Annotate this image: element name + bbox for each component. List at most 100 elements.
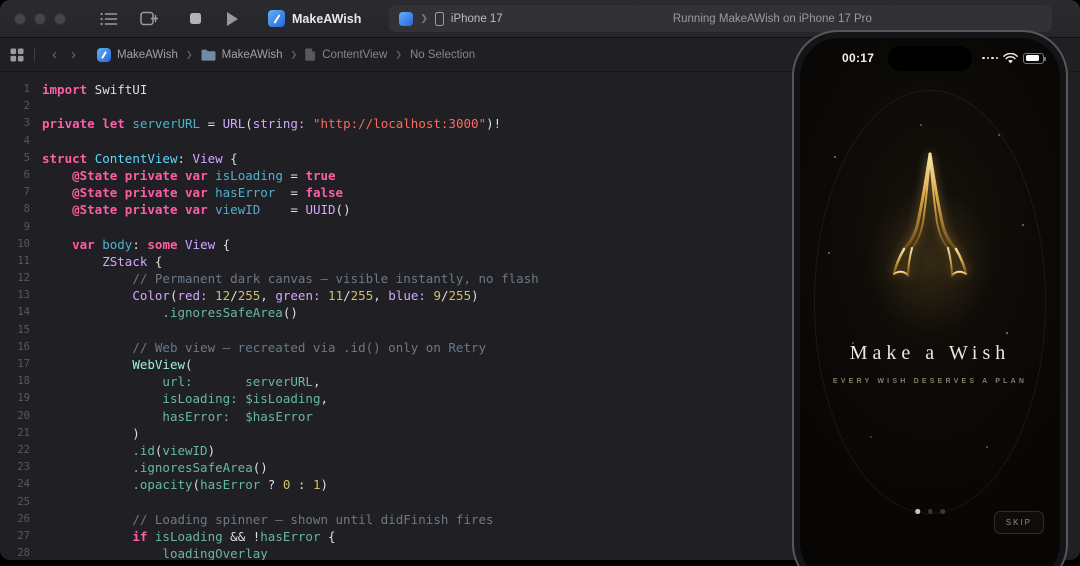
line-number[interactable]: 17	[0, 356, 42, 373]
line-number[interactable]: 21	[0, 425, 42, 442]
divider	[34, 47, 35, 62]
iphone-simulator-window[interactable]: Make a Wish EVERY WISH DESERVES A PLAN S…	[792, 30, 1068, 566]
zoom-window-button[interactable]	[54, 12, 66, 25]
code-text: hasError: $hasError	[162, 408, 313, 424]
line-number[interactable]: 1	[0, 81, 42, 98]
navigator-list-icon[interactable]	[100, 12, 118, 26]
close-window-button[interactable]	[14, 12, 26, 25]
code-text: // Web view — recreated via .id() only o…	[132, 339, 487, 355]
breadcrumb-project[interactable]: MakeAWish	[117, 49, 178, 61]
related-items-icon[interactable]	[10, 48, 24, 62]
page-dot	[940, 509, 945, 514]
line-number[interactable]: 18	[0, 373, 42, 390]
breadcrumb-file[interactable]: ContentView	[322, 49, 387, 61]
line-number[interactable]: 14	[0, 304, 42, 321]
chevron-right-icon: ❯	[290, 50, 298, 59]
skip-button[interactable]: SKIP	[993, 511, 1044, 534]
code-text: .ignoresSafeArea()	[162, 305, 298, 321]
stop-button[interactable]	[190, 13, 201, 24]
line-number[interactable]: 6	[0, 167, 42, 184]
code-text: // Loading spinner — shown until didFini…	[132, 511, 494, 527]
code-text: @State private var viewID = UUID()	[72, 202, 351, 218]
code-text: ZStack {	[102, 253, 163, 269]
line-number[interactable]: 26	[0, 511, 42, 528]
active-project: MakeAWish	[268, 10, 361, 27]
status-bar: 00:17	[800, 51, 1060, 65]
battery-icon	[1023, 52, 1046, 64]
line-number[interactable]: 25	[0, 494, 42, 511]
code-text: private let serverURL = URL(string: "htt…	[42, 116, 502, 132]
line-number[interactable]: 28	[0, 545, 42, 560]
line-number[interactable]: 5	[0, 150, 42, 167]
window-controls	[14, 12, 66, 25]
minimize-window-button[interactable]	[34, 12, 46, 25]
app-subtitle: EVERY WISH DESERVES A PLAN	[832, 378, 1028, 385]
breadcrumb-selection[interactable]: No Selection	[410, 49, 475, 61]
line-number[interactable]: 3	[0, 115, 42, 132]
page-dot-active	[915, 509, 920, 514]
forward-button[interactable]: ›	[64, 47, 83, 62]
code-text: isLoading: $isLoading,	[162, 391, 329, 407]
code-text: )	[42, 425, 140, 441]
line-number[interactable]: 10	[0, 236, 42, 253]
compose-new-icon[interactable]	[140, 11, 158, 26]
praying-hands-artwork	[892, 152, 968, 277]
line-number[interactable]: 16	[0, 339, 42, 356]
swift-file-icon	[305, 48, 316, 61]
line-number[interactable]: 7	[0, 184, 42, 201]
wifi-icon	[1003, 52, 1018, 63]
code-text: .ignoresSafeArea()	[132, 460, 268, 476]
code-text: .opacity(hasError ? 0 : 1)	[132, 477, 329, 493]
code-text: var body: some View {	[72, 236, 231, 252]
app-icon	[268, 10, 285, 27]
line-number[interactable]: 4	[0, 133, 42, 150]
desktop-background: MakeAWish ❯ iPhone 17 Running MakeAWish …	[0, 0, 1080, 566]
code-text: @State private var hasError = false	[72, 185, 344, 201]
code-text: import SwiftUI	[42, 82, 148, 97]
line-number[interactable]: 27	[0, 528, 42, 545]
code-text: WebView(	[132, 357, 193, 372]
code-text: // Permanent dark canvas — visible insta…	[132, 271, 539, 287]
code-text: loadingOverlay	[162, 546, 268, 560]
line-number[interactable]: 9	[0, 219, 42, 236]
play-icon	[227, 11, 238, 26]
iphone-device-icon	[434, 11, 444, 26]
code-text: if isLoading && !hasError {	[132, 528, 336, 544]
star-decoration	[1022, 224, 1024, 226]
destination-device[interactable]: iPhone 17	[451, 13, 503, 25]
line-number[interactable]: 19	[0, 390, 42, 407]
breadcrumb-group[interactable]: MakeAWish	[222, 49, 283, 61]
line-number[interactable]: 11	[0, 253, 42, 270]
page-indicator[interactable]	[915, 509, 945, 514]
cellular-signal-icon	[982, 56, 998, 60]
star-decoration	[828, 252, 830, 254]
project-icon	[97, 47, 111, 62]
scheme-status-pill[interactable]: ❯ iPhone 17 Running MakeAWish on iPhone …	[389, 5, 1052, 32]
line-number[interactable]: 23	[0, 459, 42, 476]
line-number[interactable]: 20	[0, 408, 42, 425]
line-number[interactable]: 22	[0, 442, 42, 459]
project-name: MakeAWish	[292, 11, 362, 26]
code-text: .id(viewID)	[132, 442, 216, 458]
star-decoration	[986, 446, 988, 448]
code-text: url: serverURL,	[162, 374, 321, 390]
chevron-right-icon: ❯	[185, 50, 193, 59]
star-decoration	[834, 156, 836, 158]
star-decoration	[920, 124, 922, 126]
line-number[interactable]: 15	[0, 322, 42, 339]
page-dot	[927, 509, 933, 514]
line-number[interactable]: 2	[0, 98, 42, 115]
line-number[interactable]: 12	[0, 270, 42, 287]
run-button[interactable]	[227, 11, 238, 26]
chevron-right-icon: ❯	[395, 50, 402, 59]
back-button[interactable]: ‹	[45, 47, 64, 62]
code-text: Color(red: 12/255, green: 11/255, blue: …	[132, 288, 479, 304]
code-text: @State private var isLoading = true	[72, 167, 336, 183]
folder-icon	[201, 49, 216, 61]
line-number[interactable]: 13	[0, 287, 42, 304]
line-number[interactable]: 24	[0, 476, 42, 493]
stop-icon	[190, 13, 201, 24]
scheme-app-icon	[399, 11, 414, 26]
line-number[interactable]: 8	[0, 201, 42, 218]
status-time: 00:17	[842, 51, 875, 65]
